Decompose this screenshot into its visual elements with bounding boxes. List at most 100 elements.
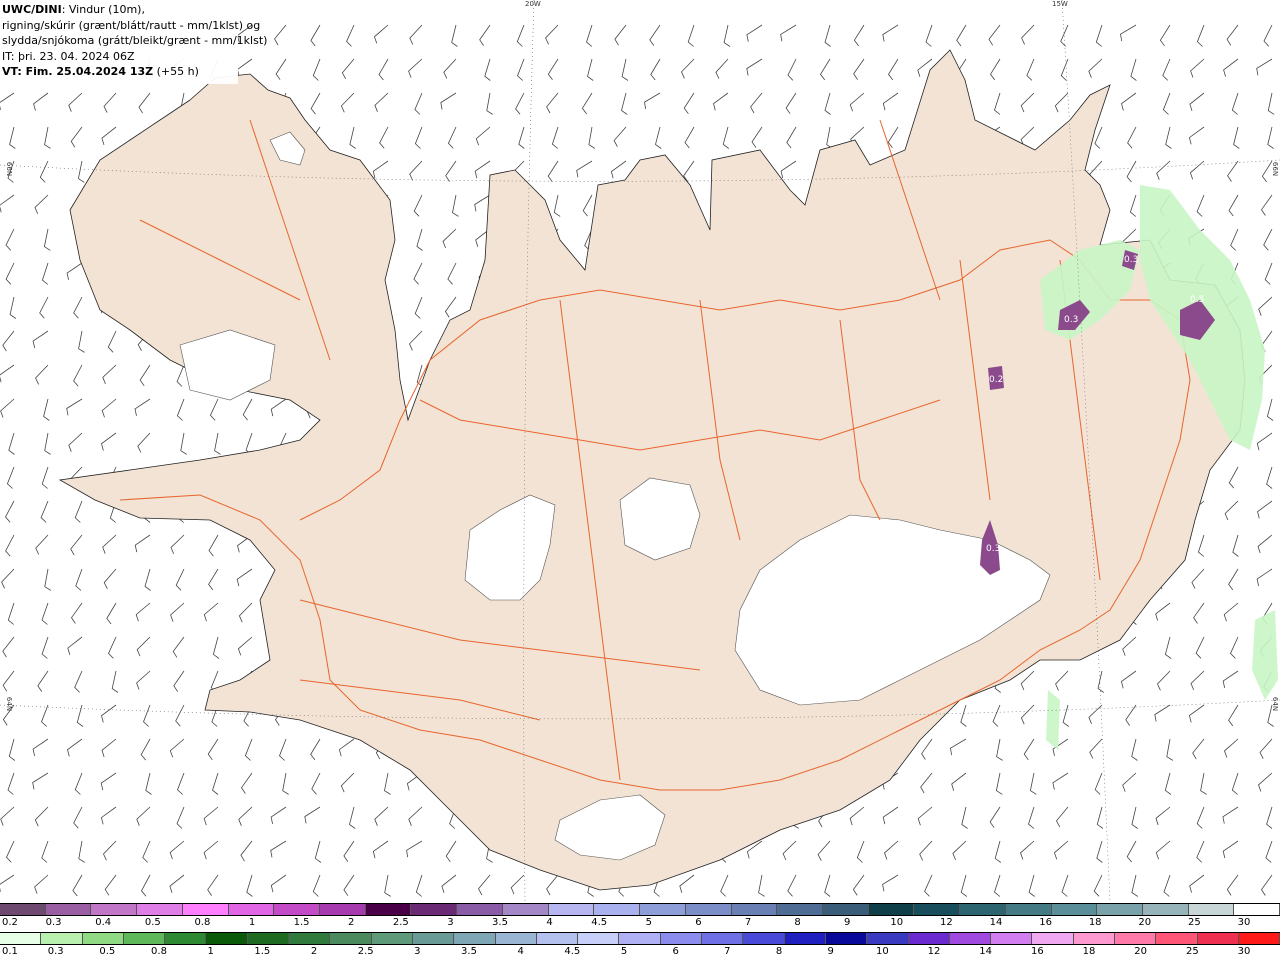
legend-tick-label: 25 <box>1185 946 1199 957</box>
latitude-label: 66N <box>1271 161 1280 177</box>
weather-map: 0.3 0.2 0.3 0.5 0.3 <box>0 0 1280 902</box>
legend-swatch <box>0 933 42 944</box>
legend-swatch <box>1005 904 1052 915</box>
legend-tick-label: 10 <box>890 917 904 928</box>
legend-swatch <box>457 904 503 915</box>
legend-swatch <box>289 933 331 944</box>
legend-swatch <box>1142 904 1189 915</box>
legend-tick-label: 0.5 <box>144 917 161 928</box>
longitude-label: 15W <box>1052 0 1068 8</box>
legend-swatch <box>41 933 83 944</box>
legend-swatch <box>731 904 778 915</box>
legend-swatch <box>365 904 412 915</box>
legend-tick-label: 8 <box>775 946 783 957</box>
legend-swatch <box>1197 933 1239 944</box>
legend-tick-label: 14 <box>979 946 993 957</box>
legend-tick-label: 14 <box>989 917 1003 928</box>
map-label: 0.3 <box>1064 315 1078 325</box>
valid-time-line: VT: Fim. 25.04.2024 13Z (+55 h) <box>2 64 236 80</box>
legend-tick-label: 4.5 <box>564 946 581 957</box>
legend-swatch <box>411 904 458 915</box>
legend-swatch <box>908 933 950 944</box>
legend-swatch <box>640 904 686 915</box>
forecast-offset: (+55 h) <box>153 65 199 78</box>
legend-swatch <box>1234 904 1280 915</box>
legend-tick-label: 20 <box>1134 946 1148 957</box>
legend-tick-label: 7 <box>724 946 731 957</box>
rain-area-southeast <box>1046 690 1060 750</box>
legend-swatch <box>702 933 744 944</box>
model-name: UWC/DINI <box>2 3 62 16</box>
legend-swatch <box>247 933 290 944</box>
map-info-box: UWC/DINI: Vindur (10m), rigning/skúrir (… <box>0 0 268 84</box>
legend-tick-label: 1.5 <box>254 946 271 957</box>
legend-swatch <box>274 904 321 915</box>
legend-swatch <box>960 904 1006 915</box>
legend-tick-label: 1 <box>207 946 214 957</box>
map-label: 0.2 <box>989 375 1003 385</box>
legend-swatch <box>82 933 124 944</box>
legend-swatch <box>1073 933 1116 944</box>
latitude-label: 64N <box>5 696 14 712</box>
legend-tick-label: 12 <box>940 917 953 928</box>
map-label: 0.3 <box>986 544 1000 554</box>
map-label: 0.5 <box>1190 295 1204 305</box>
legend-swatch <box>123 933 166 944</box>
legend-tick-label: 3 <box>447 917 454 928</box>
legend-tick-label: 5 <box>645 917 652 928</box>
legend-swatch <box>685 904 732 915</box>
legend-tick-label: 20 <box>1138 917 1152 928</box>
legend-swatch <box>228 904 275 915</box>
legend-tick-label: 0.3 <box>45 917 62 928</box>
legend-tick-label: 1 <box>248 917 256 928</box>
legend-swatch <box>868 904 915 915</box>
legend-tick-label: 30 <box>1237 946 1251 957</box>
latitude-label: 66N <box>5 161 14 177</box>
legend-swatch <box>320 904 366 915</box>
map-label: 0.3 <box>1124 255 1138 265</box>
legend-swatch <box>1238 933 1280 944</box>
legend-swatch <box>371 933 413 944</box>
legend-swatch <box>182 904 229 915</box>
legend-tick-label: 3.5 <box>492 917 508 928</box>
legend-swatch <box>619 933 661 944</box>
snow-legend-labels: 0.2 0.3 0.4 0.5 0.8 1 1.5 2 2.5 3 3.5 4 4.5 5 6 7 8 9 10 12… <box>0 917 1280 931</box>
legend-swatch <box>495 933 537 944</box>
legend-tick-label: 2.5 <box>357 946 374 957</box>
legend-swatch <box>454 933 496 944</box>
legend-tick-label: 4 <box>546 917 553 928</box>
rain-legend-labels: 0.1 0.3 0.5 0.8 1 1.5 2 2.5 3 3.5 4 4.5 5 6 7 8 9 10 12 14 1… <box>0 946 1280 960</box>
legend-tick-label: 0.8 <box>194 917 211 928</box>
legend-swatch <box>502 904 549 915</box>
legend-tick-label: 6 <box>672 946 679 957</box>
legend-swatch <box>165 933 207 944</box>
legend-tick-label: 6 <box>695 917 702 928</box>
legend-tick-label: 3 <box>414 946 421 957</box>
description-line-3: slydda/snjókoma (grátt/bleikt/grænt - mm… <box>2 34 268 47</box>
legend-swatch <box>1032 933 1074 944</box>
title-line: UWC/DINI: Vindur (10m), <box>2 2 236 18</box>
legend-tick-label: 0.5 <box>99 946 116 957</box>
legend-swatch <box>1115 933 1157 944</box>
legend-tick-label: 18 <box>1088 917 1102 928</box>
rain-color-legend <box>0 932 1280 945</box>
legend-swatch <box>867 933 909 944</box>
legend-swatch <box>949 933 992 944</box>
legend-swatch <box>91 904 138 915</box>
legend-tick-label: 9 <box>827 946 834 957</box>
legend-tick-label: 0.1 <box>2 946 18 957</box>
legend-tick-label: 25 <box>1188 917 1201 928</box>
legend-swatch <box>578 933 620 944</box>
legend-swatch <box>594 904 641 915</box>
legend-swatch <box>784 933 826 944</box>
legend-swatch <box>536 933 579 944</box>
legend-tick-label: 8 <box>794 917 801 928</box>
legend-tick-label: 9 <box>844 917 851 928</box>
legend-swatch <box>1051 904 1098 915</box>
legend-tick-label: 12 <box>927 946 941 957</box>
legend-swatch <box>660 933 703 944</box>
legend-tick-label: 16 <box>1039 917 1052 928</box>
description-line-2: rigning/skúrir (grænt/blátt/rautt - mm/1… <box>2 18 261 32</box>
legend-swatch <box>914 904 961 915</box>
legend-tick-label: 30 <box>1237 917 1251 928</box>
